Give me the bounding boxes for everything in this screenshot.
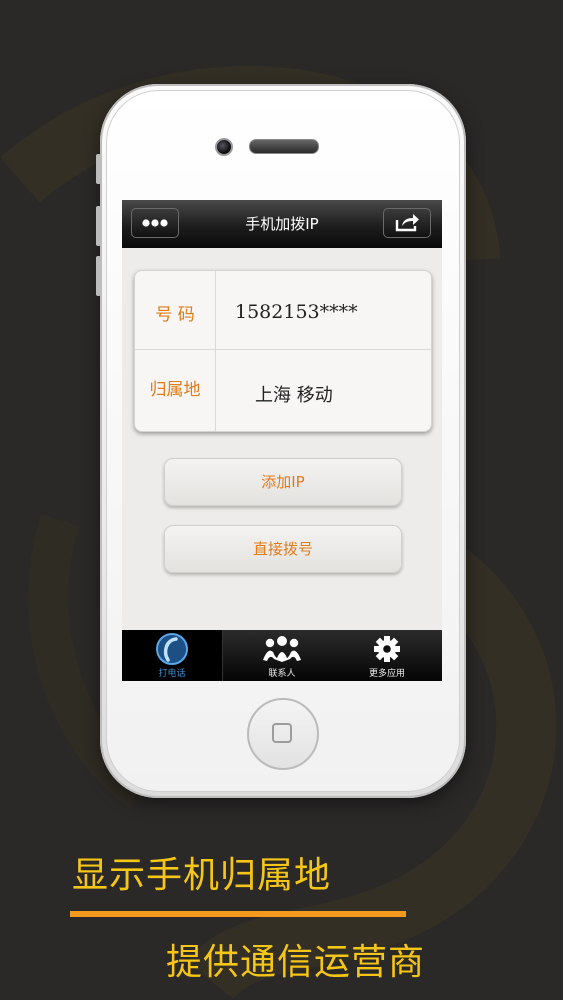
phone-number: 1582153**** xyxy=(235,301,358,323)
front-camera xyxy=(215,138,233,156)
gear-icon xyxy=(374,636,400,662)
column-divider xyxy=(215,271,216,431)
app-screen: 手机加拨IP 号 码 1582153**** 归属地 上海 移动 添加IP 直接… xyxy=(122,200,442,681)
tab-bar: 打电话 联系人 更多应用 xyxy=(122,630,442,681)
location-value: 上海 移动 xyxy=(255,385,333,406)
mute-switch xyxy=(96,154,101,184)
home-button[interactable] xyxy=(247,698,319,770)
row-divider xyxy=(135,349,431,350)
people-icon xyxy=(263,636,301,662)
home-square-icon xyxy=(272,723,292,743)
share-button[interactable] xyxy=(383,208,431,238)
tab-contacts[interactable]: 联系人 xyxy=(232,630,332,681)
phone-circle-icon xyxy=(156,633,188,665)
promo-headline: 显示手机归属地 xyxy=(72,855,332,896)
number-info-card: 号 码 1582153**** 归属地 上海 移动 xyxy=(134,270,432,432)
phone-mockup: 手机加拨IP 号 码 1582153**** 归属地 上海 移动 添加IP 直接… xyxy=(96,84,466,798)
share-icon xyxy=(395,214,419,232)
add-ip-button[interactable]: 添加IP xyxy=(164,458,402,506)
volume-down-button xyxy=(96,256,101,296)
volume-up-button xyxy=(96,206,101,246)
promo-subline: 提供通信运营商 xyxy=(166,942,426,983)
tab-more-apps-label: 更多应用 xyxy=(368,669,405,679)
nav-bar: 手机加拨IP xyxy=(122,200,442,248)
direct-dial-button[interactable]: 直接拨号 xyxy=(164,525,402,573)
promo-divider xyxy=(70,911,406,917)
tab-call-label: 打电话 xyxy=(158,669,186,679)
location-label: 归属地 xyxy=(149,380,201,400)
number-label: 号 码 xyxy=(155,305,195,325)
tab-call[interactable]: 打电话 xyxy=(122,630,223,681)
tab-more-apps[interactable]: 更多应用 xyxy=(337,630,437,681)
earpiece-speaker xyxy=(249,139,319,154)
tab-contacts-label: 联系人 xyxy=(268,669,296,679)
